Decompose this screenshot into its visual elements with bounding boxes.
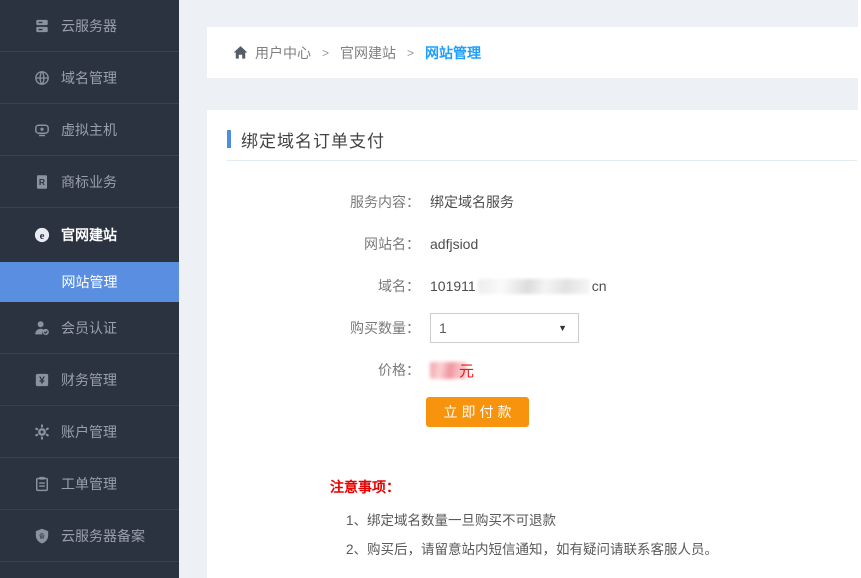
quantity-select[interactable]: 1 ▼	[430, 313, 579, 343]
sidebar-item-label: 会员认证	[61, 318, 117, 338]
order-form: 服务内容： 绑定域名服务 网站名： adfjsiod 域名： 101911 cn…	[207, 187, 861, 427]
sidebar-item-label: 官网建站	[61, 225, 117, 245]
website-icon: e	[34, 227, 50, 243]
title-accent-bar	[227, 130, 231, 148]
svg-text:R: R	[39, 177, 46, 187]
notes-section: 注意事项： 1、绑定域名数量一旦购买不可退款 2、购买后，请留意站内短信通知，如有…	[330, 477, 861, 555]
title-divider	[227, 160, 857, 161]
breadcrumb-item[interactable]: 官网建站	[340, 43, 396, 63]
domain-suffix: cn	[592, 278, 607, 294]
chevron-down-icon: ▼	[558, 323, 567, 333]
gear-icon	[34, 424, 50, 440]
page-title: 绑定域名订单支付	[241, 127, 385, 152]
sidebar-item-server-filing[interactable]: 备 云服务器备案	[0, 510, 179, 562]
sidebar-item-label: 虚拟主机	[61, 120, 117, 140]
sidebar-item-cloud-server[interactable]: 云服务器	[0, 0, 179, 52]
sidebar-item-label: 工单管理	[61, 474, 117, 494]
form-row-submit: 立即付款	[207, 397, 861, 427]
sidebar-item-site-manage[interactable]: 网站管理	[0, 262, 179, 302]
sidebar-item-workorder[interactable]: 工单管理	[0, 458, 179, 510]
svg-text:e: e	[40, 230, 45, 242]
main-card: 绑定域名订单支付 服务内容： 绑定域名服务 网站名： adfjsiod 域名： …	[207, 110, 861, 578]
form-row-service: 服务内容： 绑定域名服务	[207, 187, 861, 217]
note-item: 2、购买后，请留意站内短信通知，如有疑问请联系客服人员。	[346, 538, 861, 555]
form-row-price: 价格： 元	[207, 355, 861, 385]
svg-text:¥: ¥	[39, 375, 45, 386]
form-row-quantity: 购买数量： 1 ▼	[207, 313, 861, 343]
sidebar-item-label: 财务管理	[61, 370, 117, 390]
app-window: 云服务器域名管理虚拟主机R商标业务e官网建站网站管理会员认证¥财务管理账户管理工…	[0, 0, 861, 578]
sidebar-item-trademark[interactable]: R 商标业务	[0, 156, 179, 208]
form-row-domain: 域名： 101911 cn	[207, 271, 861, 301]
form-row-site-name: 网站名： adfjsiod	[207, 229, 861, 259]
note-item: 1、绑定域名数量一旦购买不可退款	[346, 509, 861, 526]
breadcrumb-item[interactable]: 网站管理	[425, 43, 481, 63]
globe-icon	[34, 70, 50, 86]
host-icon	[34, 122, 50, 138]
sidebar-item-label: 账户管理	[61, 422, 117, 442]
price-label: 价格：	[207, 360, 420, 380]
finance-icon: ¥	[34, 372, 50, 388]
breadcrumb-separator: >	[322, 46, 329, 60]
sidebar-item-label: 商标业务	[61, 172, 117, 192]
price-value: 元	[430, 360, 474, 381]
domain-redacted-blur	[478, 279, 590, 294]
quantity-field: 1 ▼	[430, 313, 579, 343]
sidebar-item-website-build[interactable]: e 官网建站	[0, 208, 179, 262]
price-unit: 元	[459, 360, 474, 381]
sidebar-item-label: 云服务器备案	[61, 526, 145, 546]
quantity-select-value: 1	[439, 320, 447, 336]
service-value: 绑定域名服务	[430, 192, 514, 212]
breadcrumb: 用户中心 > 官网建站 > 网站管理	[207, 27, 861, 78]
sidebar-item-domain-manage[interactable]: 域名管理	[0, 52, 179, 104]
service-label: 服务内容：	[207, 192, 420, 212]
pay-now-button[interactable]: 立即付款	[426, 397, 529, 427]
trademark-icon: R	[34, 174, 50, 190]
sidebar: 云服务器域名管理虚拟主机 R 商标业务 e 官网建站网站管理会员认证 ¥ 财务管理账户管理工…	[0, 0, 179, 578]
svg-text:备: 备	[39, 531, 45, 539]
domain-value: 101911 cn	[430, 278, 606, 294]
server-icon	[34, 18, 50, 34]
member-icon	[34, 320, 50, 336]
shield-icon: 备	[34, 528, 50, 544]
quantity-label: 购买数量：	[207, 318, 420, 338]
notes-list: 1、绑定域名数量一旦购买不可退款 2、购买后，请留意站内短信通知，如有疑问请联系客…	[330, 509, 861, 555]
page-title-row: 绑定域名订单支付	[227, 128, 861, 150]
breadcrumb-separator: >	[407, 46, 414, 60]
site-name-label: 网站名：	[207, 234, 420, 254]
sidebar-item-label: 域名管理	[61, 68, 117, 88]
workorder-icon	[34, 476, 50, 492]
sidebar-item-member-auth[interactable]: 会员认证	[0, 302, 179, 354]
sidebar-item-label: 网站管理	[62, 272, 118, 292]
site-name-value: adfjsiod	[430, 236, 478, 252]
breadcrumb-item[interactable]: 用户中心	[255, 43, 311, 63]
home-icon	[233, 45, 248, 60]
sidebar-item-label: 云服务器	[61, 16, 117, 36]
sidebar-item-account-manage[interactable]: 账户管理	[0, 406, 179, 458]
domain-label: 域名：	[207, 276, 420, 296]
domain-prefix: 101911	[430, 278, 476, 294]
sidebar-item-virtual-host[interactable]: 虚拟主机	[0, 104, 179, 156]
notes-title: 注意事项：	[330, 477, 861, 495]
sidebar-item-finance-manage[interactable]: ¥ 财务管理	[0, 354, 179, 406]
